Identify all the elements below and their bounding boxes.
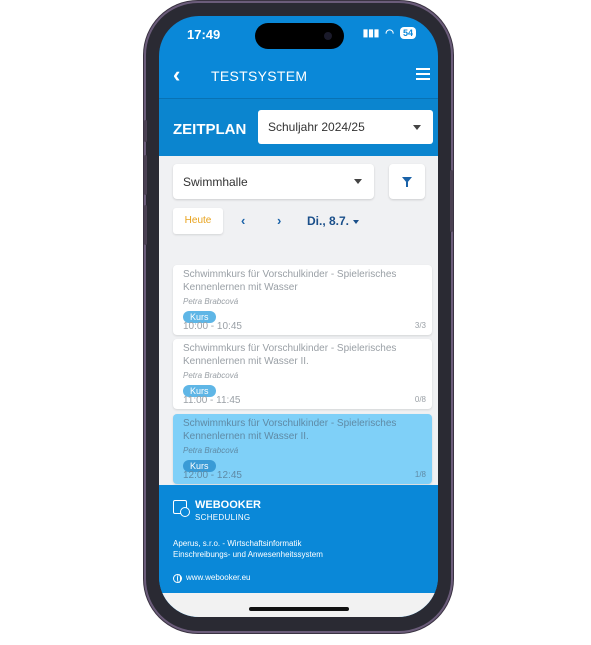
school-year-select[interactable]: Schuljahr 2024/25 xyxy=(258,110,433,144)
battery-icon: 54 xyxy=(399,27,416,39)
chevron-down-icon xyxy=(354,179,362,184)
filter-button[interactable] xyxy=(389,164,425,199)
brand-tagline: SCHEDULING xyxy=(195,513,251,522)
company-line: Einschreibungs- und Anwesenheitssystem xyxy=(173,550,323,559)
app-title: TESTSYSTEM xyxy=(211,68,308,84)
company-line: Aperus, s.r.o. - Wirtschaftsinformatik xyxy=(173,539,302,548)
website-link[interactable]: www.webooker.eu xyxy=(186,573,250,582)
power-button xyxy=(450,170,453,232)
event-time: 11:00 - 11:45 xyxy=(183,395,241,406)
event-card[interactable]: Schwimmkurs für Vorschulkinder - Spieler… xyxy=(173,339,432,409)
home-indicator-area xyxy=(159,593,438,617)
today-button[interactable]: Heute xyxy=(173,208,223,234)
date-navigation: Heute ‹ › Di., 8.7. xyxy=(173,208,433,234)
home-indicator[interactable] xyxy=(249,607,349,611)
hamburger-menu-icon[interactable] xyxy=(416,68,430,83)
event-trainer: Petra Brabcová xyxy=(183,371,239,380)
event-title: Schwimmkurs für Vorschulkinder - Spieler… xyxy=(183,343,397,367)
date-value: Di., 8.7. xyxy=(307,214,350,228)
school-year-value: Schuljahr 2024/25 xyxy=(268,120,365,134)
prev-day-button[interactable]: ‹ xyxy=(241,213,245,228)
volume-down-button xyxy=(144,205,147,245)
event-title: Schwimmkurs für Vorschulkinder - Spieler… xyxy=(183,418,397,442)
dynamic-island xyxy=(255,23,344,49)
event-card-selected[interactable]: Schwimmkurs für Vorschulkinder - Spieler… xyxy=(173,414,432,484)
brand-name: WEBOOKER xyxy=(195,499,261,511)
date-select[interactable]: Di., 8.7. xyxy=(307,214,360,228)
schedule-title: ZEITPLAN xyxy=(173,121,247,138)
side-button xyxy=(144,120,147,142)
schedule-header: ZEITPLAN Schuljahr 2024/25 xyxy=(159,98,438,156)
status-time: 17:49 xyxy=(187,27,221,42)
camera-icon xyxy=(324,32,332,40)
event-capacity: 1/8 xyxy=(414,470,426,479)
wifi-icon: ◠ xyxy=(385,27,394,39)
next-day-button[interactable]: › xyxy=(277,213,281,228)
location-value: Swimmhalle xyxy=(183,175,248,189)
schedule-main: Swimmhalle Heute ‹ › Di., 8.7. Schwimmku… xyxy=(159,156,438,485)
globe-icon xyxy=(173,574,182,583)
calendar-clock-icon xyxy=(173,500,190,517)
chevron-down-icon xyxy=(353,219,360,224)
company-info: Aperus, s.r.o. - Wirtschaftsinformatik E… xyxy=(173,538,323,560)
event-time: 12:00 - 12:45 xyxy=(183,470,242,481)
phone-screen: 17:49 ▮▮▮ ◠ 54 ‹ TESTSYSTEM ZEITPLAN Sch… xyxy=(159,16,438,617)
status-icons: ▮▮▮ ◠ 54 xyxy=(363,27,416,39)
event-time: 10:00 - 10:45 xyxy=(183,321,242,332)
app-bar: ‹ TESTSYSTEM xyxy=(159,56,438,98)
back-arrow-icon[interactable]: ‹ xyxy=(173,64,180,86)
signal-icon: ▮▮▮ xyxy=(362,27,380,39)
event-trainer: Petra Brabcová xyxy=(183,446,239,455)
location-select[interactable]: Swimmhalle xyxy=(173,164,374,199)
event-capacity: 0/8 xyxy=(414,395,426,404)
event-title: Schwimmkurs für Vorschulkinder - Spieler… xyxy=(183,269,397,293)
status-bar: 17:49 ▮▮▮ ◠ 54 xyxy=(159,16,438,56)
event-trainer: Petra Brabcová xyxy=(183,297,239,306)
filter-funnel-icon xyxy=(402,177,412,187)
chevron-down-icon xyxy=(413,125,421,130)
volume-up-button xyxy=(144,155,147,195)
event-capacity: 3/3 xyxy=(414,321,426,330)
event-card[interactable]: Schwimmkurs für Vorschulkinder - Spieler… xyxy=(173,265,432,335)
